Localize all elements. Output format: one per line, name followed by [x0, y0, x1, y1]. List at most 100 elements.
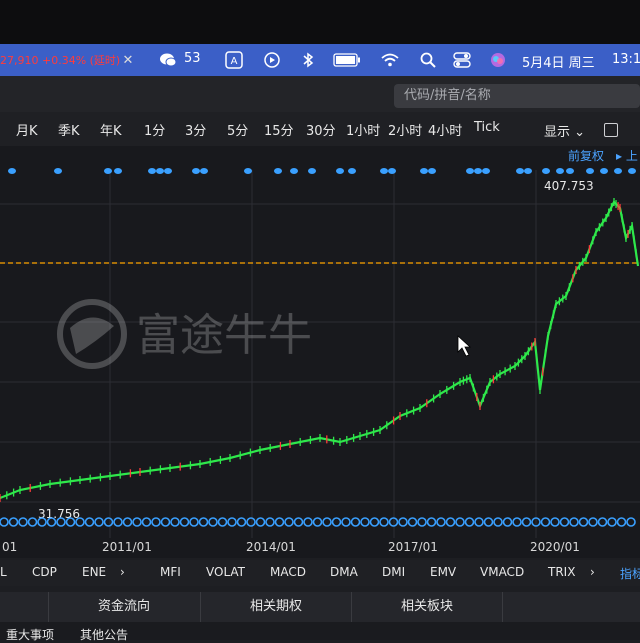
price-line	[0, 200, 640, 500]
event-marker-circle	[284, 517, 294, 527]
display-checkbox[interactable]	[604, 123, 618, 137]
event-marker	[524, 168, 532, 174]
event-marker	[428, 168, 436, 174]
tab-4hour[interactable]: 4小时	[428, 120, 462, 139]
event-marker-circle	[236, 517, 247, 527]
event-marker	[54, 168, 62, 174]
event-marker-circle	[550, 517, 560, 527]
event-marker-circle	[616, 517, 627, 527]
event-marker-circle	[198, 517, 209, 527]
tab-tick[interactable]: Tick	[474, 120, 500, 135]
indicator-emv[interactable]: EMV	[430, 565, 456, 579]
event-marker-circle	[559, 517, 570, 527]
tab-2hour[interactable]: 2小时	[388, 120, 422, 139]
adjust-chevron-icon[interactable]: ▸ 上	[616, 149, 638, 163]
indicator-more[interactable]: 指标	[620, 565, 640, 582]
tab-month-k[interactable]: 月K	[16, 120, 38, 139]
control-center-icon[interactable]	[452, 51, 472, 69]
tab-3min[interactable]: 3分	[185, 120, 206, 139]
event-marker	[156, 168, 164, 174]
indicator-dma[interactable]: DMA	[330, 565, 358, 579]
event-marker-circle	[369, 517, 380, 527]
event-marker-circle	[436, 517, 446, 527]
tab-1min[interactable]: 1分	[144, 120, 165, 139]
event-marker-circle	[255, 517, 266, 527]
search-icon[interactable]	[418, 51, 438, 69]
tab-5min[interactable]: 5分	[227, 120, 248, 139]
panel-sectors[interactable]: 相关板块	[352, 592, 503, 622]
event-markers-top[interactable]	[8, 168, 636, 174]
siri-icon[interactable]	[488, 51, 508, 69]
tab-15min[interactable]: 15分	[264, 120, 294, 139]
event-marker-circle	[588, 517, 598, 527]
event-marker-circle	[27, 517, 38, 527]
info-panels: 资金流向 相关期权 相关板块	[0, 592, 640, 622]
event-marker	[614, 168, 622, 174]
indicator-l[interactable]: L	[0, 565, 7, 579]
event-marker-circle	[113, 517, 123, 527]
adjust-mode-label[interactable]: 前复权	[568, 148, 604, 163]
display-label: 显示	[544, 125, 571, 140]
indicator-trix[interactable]: TRIX	[548, 565, 575, 579]
chevron-right-icon[interactable]: ›	[120, 565, 125, 579]
event-marker	[348, 168, 356, 174]
indicator-ene[interactable]: ENE	[82, 565, 106, 579]
ticker-text[interactable]: 27,910 +0.34% (延时)	[0, 52, 120, 68]
event-markers-bottom[interactable]	[0, 517, 636, 527]
tab-30min[interactable]: 30分	[306, 120, 336, 139]
play-icon[interactable]	[262, 51, 282, 69]
price-series	[0, 198, 640, 502]
display-menu[interactable]: 显示 ⌄	[544, 121, 585, 140]
tab-other-announcements[interactable]: 其他公告	[80, 626, 128, 643]
indicator-macd[interactable]: MACD	[270, 565, 306, 579]
event-marker-circle	[464, 517, 475, 527]
search-input[interactable]: 代码/拼音/名称	[394, 84, 640, 108]
event-marker	[474, 168, 482, 174]
panel-fund-flow[interactable]: 资金流向	[48, 592, 201, 622]
tab-1hour[interactable]: 1小时	[346, 120, 380, 139]
indicator-vmacd[interactable]: VMACD	[480, 565, 524, 579]
menubar-clock[interactable]: 13:1	[612, 52, 640, 67]
event-marker-circle	[521, 517, 532, 527]
indicator-cdp[interactable]: CDP	[32, 565, 57, 579]
event-marker-circle	[170, 517, 180, 527]
event-marker-circle	[18, 517, 28, 527]
watermark-text: 富途牛牛	[136, 310, 312, 361]
event-marker	[200, 168, 208, 174]
window-close-icon[interactable]: ✕	[118, 51, 138, 69]
event-marker	[566, 168, 574, 174]
event-marker	[600, 168, 608, 174]
event-marker-circle	[379, 517, 389, 527]
indicator-dmi[interactable]: DMI	[382, 565, 405, 579]
text-input-icon[interactable]: A	[224, 51, 244, 69]
chevron-right-icon-2[interactable]: ›	[590, 565, 595, 579]
watermark: 富途牛牛	[57, 299, 312, 369]
chart-canvas[interactable]: 富途牛牛 407.753 31.756 前复权 ▸ 上	[0, 146, 640, 542]
indicator-tabs: L CDP ENE › MFI VOLAT MACD DMA DMI EMV V…	[0, 560, 640, 586]
event-marker-circle	[160, 517, 171, 527]
wechat-count: 53	[184, 51, 201, 66]
event-marker-circle	[502, 517, 513, 527]
event-marker-circle	[626, 517, 636, 527]
svg-text:A: A	[231, 56, 238, 67]
indicator-volat[interactable]: VOLAT	[206, 565, 245, 579]
wifi-icon[interactable]	[380, 51, 400, 69]
tab-year-k[interactable]: 年K	[100, 120, 122, 139]
panel-blank	[0, 592, 49, 622]
event-marker-circle	[512, 517, 522, 527]
indicator-mfi[interactable]: MFI	[160, 565, 181, 579]
tab-quarter-k[interactable]: 季K	[58, 120, 80, 139]
menubar-date[interactable]: 5月4日 周三	[522, 52, 595, 71]
wechat-icon[interactable]	[158, 51, 178, 69]
event-marker-circle	[350, 517, 361, 527]
price-chart[interactable]: 富途牛牛 407.753 31.756 前复权 ▸ 上	[0, 146, 640, 542]
event-marker-circle	[103, 517, 114, 527]
panel-options[interactable]: 相关期权	[201, 592, 352, 622]
tab-major-events[interactable]: 重大事项	[6, 626, 54, 643]
event-marker-circle	[322, 517, 332, 527]
event-marker	[244, 168, 252, 174]
event-marker-circle	[189, 517, 199, 527]
battery-icon[interactable]	[332, 51, 362, 69]
bluetooth-icon[interactable]	[298, 51, 318, 69]
event-marker	[482, 168, 490, 174]
